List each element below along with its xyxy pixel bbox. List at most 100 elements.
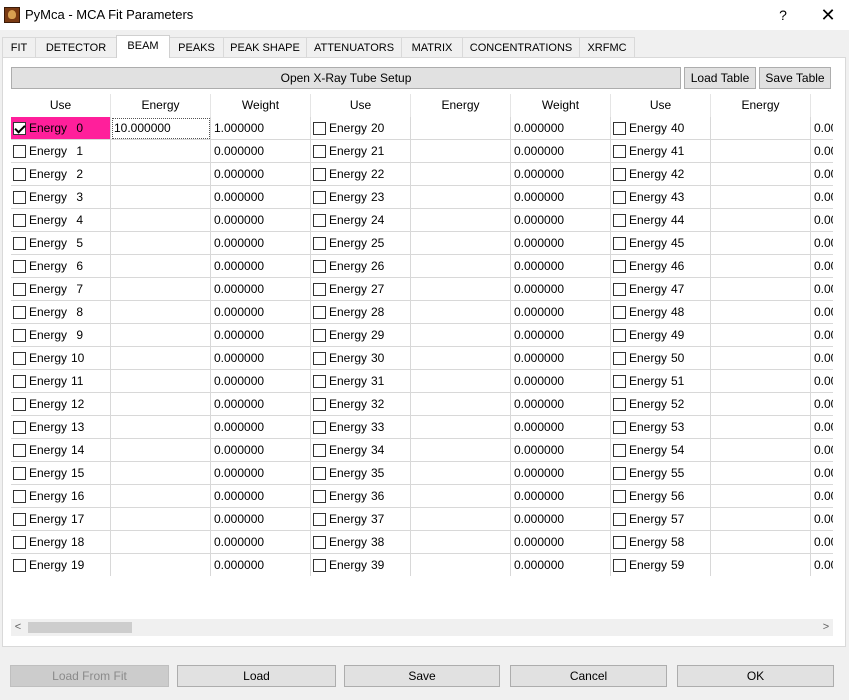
weight-input[interactable]: 0.000000 xyxy=(511,163,611,186)
tab-xrfmc[interactable]: XRFMC xyxy=(579,37,635,57)
use-cell[interactable]: Energy 43 xyxy=(611,186,711,209)
energy-input[interactable] xyxy=(411,416,511,439)
use-cell[interactable]: Energy 48 xyxy=(611,301,711,324)
weight-input[interactable]: 0.000000 xyxy=(511,416,611,439)
use-checkbox[interactable] xyxy=(613,536,626,549)
use-checkbox[interactable] xyxy=(13,329,26,342)
energy-input[interactable] xyxy=(411,347,511,370)
use-checkbox[interactable] xyxy=(613,444,626,457)
use-checkbox[interactable] xyxy=(313,145,326,158)
use-cell[interactable]: Energy 59 xyxy=(611,554,711,576)
use-checkbox[interactable] xyxy=(613,421,626,434)
energy-input[interactable] xyxy=(711,393,811,416)
use-cell[interactable]: Energy 45 xyxy=(611,232,711,255)
energy-input[interactable] xyxy=(711,301,811,324)
use-cell[interactable]: Energy 14 xyxy=(11,439,111,462)
weight-input[interactable]: 0.000000 xyxy=(211,347,311,370)
energy-input[interactable] xyxy=(411,462,511,485)
use-checkbox[interactable] xyxy=(313,329,326,342)
energy-input[interactable] xyxy=(111,508,211,531)
use-cell[interactable]: Energy 36 xyxy=(311,485,411,508)
use-checkbox[interactable] xyxy=(313,513,326,526)
use-checkbox[interactable] xyxy=(613,122,626,135)
energy-input[interactable] xyxy=(411,439,511,462)
use-checkbox[interactable] xyxy=(313,122,326,135)
tab-detector[interactable]: DETECTOR xyxy=(35,37,117,57)
weight-input[interactable]: 0.000000 xyxy=(211,370,311,393)
use-cell[interactable]: Energy 13 xyxy=(11,416,111,439)
energy-input[interactable] xyxy=(411,531,511,554)
energy-input[interactable] xyxy=(111,186,211,209)
use-checkbox[interactable] xyxy=(13,214,26,227)
energy-input[interactable] xyxy=(711,278,811,301)
weight-input[interactable]: 0.00 xyxy=(811,324,833,347)
energy-input[interactable] xyxy=(711,324,811,347)
use-checkbox[interactable] xyxy=(13,191,26,204)
weight-input[interactable]: 0.000000 xyxy=(211,209,311,232)
energy-input[interactable] xyxy=(411,255,511,278)
tab-peaks[interactable]: PEAKS xyxy=(169,37,224,57)
energy-input[interactable] xyxy=(111,485,211,508)
use-checkbox[interactable] xyxy=(613,352,626,365)
cancel-button[interactable]: Cancel xyxy=(510,665,667,687)
weight-input[interactable]: 0.000000 xyxy=(211,186,311,209)
use-checkbox[interactable] xyxy=(13,398,26,411)
use-checkbox[interactable] xyxy=(613,237,626,250)
tab-matrix[interactable]: MATRIX xyxy=(401,37,463,57)
use-cell[interactable]: Energy 18 xyxy=(11,531,111,554)
use-checkbox[interactable] xyxy=(313,283,326,296)
use-checkbox[interactable] xyxy=(313,375,326,388)
weight-input[interactable]: 0.00 xyxy=(811,439,833,462)
energy-input[interactable] xyxy=(411,508,511,531)
energy-input[interactable] xyxy=(111,140,211,163)
energy-input[interactable] xyxy=(711,117,811,140)
energy-input[interactable] xyxy=(711,186,811,209)
weight-input[interactable]: 0.000000 xyxy=(211,140,311,163)
load-from-fit-button[interactable]: Load From Fit xyxy=(10,665,169,687)
weight-input[interactable]: 0.00 xyxy=(811,347,833,370)
weight-input[interactable]: 0.000000 xyxy=(511,117,611,140)
energy-input[interactable] xyxy=(411,324,511,347)
weight-input[interactable]: 0.00 xyxy=(811,117,833,140)
tab-attenuators[interactable]: ATTENUATORS xyxy=(306,37,402,57)
use-checkbox[interactable] xyxy=(613,467,626,480)
weight-input[interactable]: 0.00 xyxy=(811,255,833,278)
use-cell[interactable]: Energy 57 xyxy=(611,508,711,531)
use-checkbox[interactable] xyxy=(13,559,26,572)
energy-input[interactable] xyxy=(411,301,511,324)
weight-input[interactable]: 0.00 xyxy=(811,370,833,393)
energy-input[interactable] xyxy=(111,416,211,439)
energy-input[interactable] xyxy=(111,209,211,232)
use-cell[interactable]: Energy 38 xyxy=(311,531,411,554)
weight-input[interactable]: 0.00 xyxy=(811,393,833,416)
use-cell[interactable]: Energy 31 xyxy=(311,370,411,393)
use-checkbox[interactable] xyxy=(613,306,626,319)
tab-beam[interactable]: BEAM xyxy=(116,35,170,58)
use-checkbox[interactable] xyxy=(613,490,626,503)
use-cell[interactable]: Energy 21 xyxy=(311,140,411,163)
use-cell[interactable]: Energy 1 xyxy=(11,140,111,163)
energy-input[interactable] xyxy=(411,140,511,163)
weight-input[interactable]: 0.000000 xyxy=(511,324,611,347)
weight-input[interactable]: 0.000000 xyxy=(511,347,611,370)
energy-input[interactable] xyxy=(711,209,811,232)
weight-input[interactable]: 0.000000 xyxy=(211,531,311,554)
use-cell[interactable]: Energy 3 xyxy=(11,186,111,209)
weight-input[interactable]: 0.000000 xyxy=(211,163,311,186)
energy-input[interactable] xyxy=(111,232,211,255)
weight-input[interactable]: 0.000000 xyxy=(211,324,311,347)
use-checkbox[interactable] xyxy=(313,444,326,457)
weight-input[interactable]: 0.000000 xyxy=(511,462,611,485)
use-checkbox[interactable] xyxy=(313,467,326,480)
use-cell[interactable]: Energy 35 xyxy=(311,462,411,485)
save-table-button[interactable]: Save Table xyxy=(759,67,831,89)
use-cell[interactable]: Energy 17 xyxy=(11,508,111,531)
tab-peak-shape[interactable]: PEAK SHAPE xyxy=(223,37,307,57)
weight-input[interactable]: 0.000000 xyxy=(211,232,311,255)
energy-input[interactable] xyxy=(111,301,211,324)
weight-input[interactable]: 0.000000 xyxy=(511,278,611,301)
use-cell[interactable]: Energy 50 xyxy=(611,347,711,370)
weight-input[interactable]: 0.00 xyxy=(811,186,833,209)
use-cell[interactable]: Energy 15 xyxy=(11,462,111,485)
weight-input[interactable]: 0.00 xyxy=(811,232,833,255)
